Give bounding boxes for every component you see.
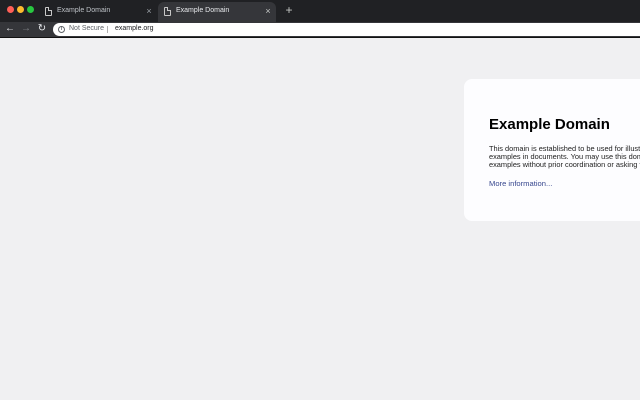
reload-button[interactable]: ↻ bbox=[36, 23, 48, 35]
browser-toolbar: ← → ↻ i Not Secure example.org bbox=[0, 22, 640, 38]
tab-example-domain-1[interactable]: Example Domain × bbox=[39, 2, 157, 22]
address-divider bbox=[107, 26, 108, 33]
info-icon[interactable]: i bbox=[58, 26, 65, 33]
content-card: Example Domain This domain is establishe… bbox=[464, 79, 640, 221]
close-icon[interactable]: × bbox=[143, 5, 155, 17]
window-maximize-button[interactable] bbox=[27, 6, 34, 13]
page-title: Example Domain bbox=[489, 116, 610, 133]
new-tab-button[interactable]: + bbox=[283, 3, 295, 17]
tab-title: Example Domain bbox=[176, 7, 230, 14]
page-icon bbox=[164, 7, 171, 16]
description-paragraph: This domain is established to be used fo… bbox=[489, 144, 640, 170]
forward-button[interactable]: → bbox=[20, 23, 32, 35]
window-minimize-button[interactable] bbox=[17, 6, 24, 13]
address-bar[interactable]: i Not Secure example.org bbox=[53, 23, 640, 36]
security-status[interactable]: Not Secure bbox=[69, 25, 104, 32]
url-text[interactable]: example.org bbox=[115, 25, 154, 32]
close-icon[interactable]: × bbox=[262, 5, 274, 17]
tab-strip: Example Domain × Example Domain × + bbox=[0, 0, 640, 22]
back-button[interactable]: ← bbox=[4, 23, 16, 35]
tab-example-domain-2[interactable]: Example Domain × bbox=[158, 2, 276, 22]
tab-title: Example Domain bbox=[57, 7, 111, 14]
more-information-link[interactable]: More information... bbox=[489, 179, 552, 188]
window-close-button[interactable] bbox=[7, 6, 14, 13]
page-icon bbox=[45, 7, 52, 16]
